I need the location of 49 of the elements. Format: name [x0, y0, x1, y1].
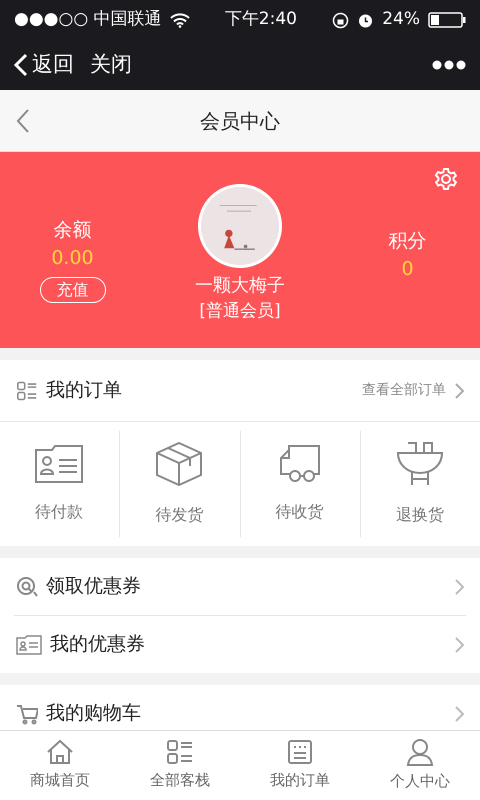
order-status-button[interactable]: 待发货 — [119, 430, 240, 538]
chevron-left-icon — [14, 53, 28, 77]
carrier-signal: ●●●○○ 中国联通 — [14, 8, 162, 32]
wifi-icon — [170, 12, 190, 28]
balance-label: 余额 — [54, 218, 92, 242]
order-icon — [287, 739, 313, 766]
chevron-right-icon — [454, 578, 464, 596]
balance-value: 0.00 — [51, 246, 94, 271]
tab-bar-item[interactable]: 全部客栈 — [120, 731, 240, 800]
points-value: 0 — [401, 257, 414, 282]
menu-item[interactable]: 领取优惠券 — [0, 558, 480, 615]
view-all-orders-link[interactable]: 查看全部订单 — [362, 380, 464, 401]
member-name: 一颗大梅子 — [195, 274, 285, 298]
id-card-icon — [34, 444, 84, 484]
search-coupon-icon — [16, 576, 38, 598]
battery-icon — [428, 12, 466, 28]
plug-icon — [396, 441, 444, 487]
member-level: [普通会员] — [199, 300, 281, 323]
chevron-right-icon — [454, 704, 464, 722]
cart-icon — [16, 702, 38, 724]
order-status-button[interactable]: 待付款 — [0, 430, 120, 538]
recharge-button[interactable]: 充值 — [40, 276, 106, 302]
page-title: 会员中心 — [199, 108, 281, 134]
alarm-icon — [357, 12, 374, 28]
box-icon — [155, 441, 204, 487]
back-icon[interactable] — [16, 108, 30, 134]
tab-bar-item[interactable]: 我的订单 — [240, 731, 360, 800]
order-status-button[interactable]: 待收货 — [240, 430, 360, 538]
chevron-right-icon — [454, 636, 464, 654]
back-button[interactable]: 返回 — [14, 49, 74, 81]
menu-item[interactable]: 我的购物车 — [0, 685, 480, 730]
section-title: 我的订单 — [46, 378, 123, 404]
tab-bar-item[interactable]: 个人中心 — [360, 731, 480, 800]
points-label: 积分 — [388, 228, 426, 254]
close-button[interactable]: 关闭 — [90, 49, 132, 81]
rotation-lock-icon — [332, 12, 350, 28]
tab-bar-item[interactable]: 商城首页 — [0, 731, 120, 800]
settings-icon[interactable] — [434, 167, 458, 191]
status-time: 下午2:40 — [224, 8, 298, 32]
chevron-right-icon — [454, 382, 464, 400]
home-icon — [46, 739, 74, 766]
battery-percentage: 24% — [382, 8, 420, 32]
id-card-icon — [16, 634, 42, 654]
menu-item[interactable]: 我的优惠券 — [0, 616, 480, 673]
order-status-button[interactable]: 退换货 — [360, 430, 480, 538]
order-list-icon — [16, 380, 38, 400]
list-icon — [166, 739, 194, 766]
user-icon — [406, 738, 434, 766]
more-icon[interactable] — [432, 60, 466, 70]
